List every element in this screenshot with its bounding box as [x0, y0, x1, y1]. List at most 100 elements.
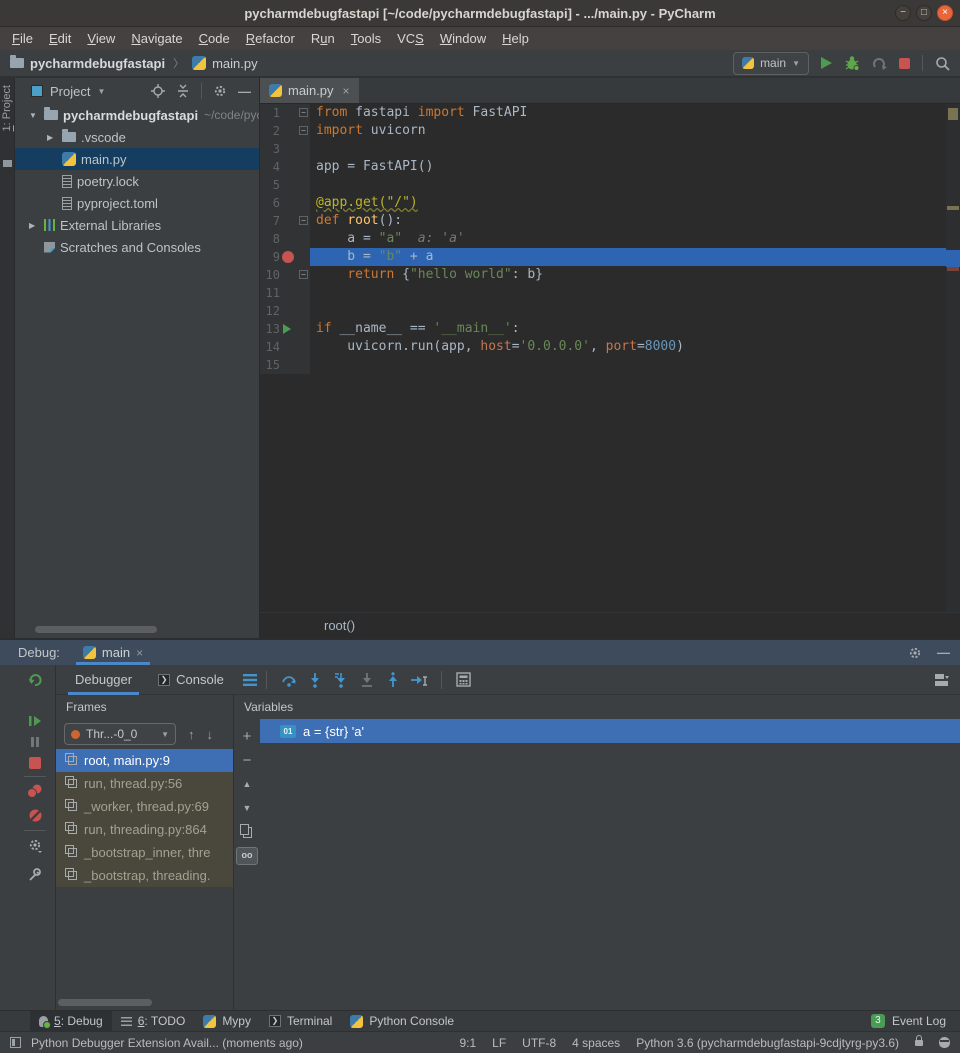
frame-item-run-threading-py-864[interactable]: run, threading.py:864	[56, 818, 233, 841]
code-line-8[interactable]: 8 a = "a" a: 'a'	[260, 230, 960, 248]
menu-item-edit[interactable]: Edit	[41, 31, 79, 46]
gear-icon[interactable]	[908, 646, 922, 660]
fold-column[interactable]: −	[297, 212, 310, 230]
add-watch-icon[interactable]: +	[243, 724, 252, 748]
code-text[interactable]: def root():	[310, 212, 960, 230]
debug-button[interactable]	[844, 55, 860, 71]
code-line-5[interactable]: 5	[260, 176, 960, 194]
status-line-separator[interactable]: LF	[492, 1036, 506, 1050]
menu-item-help[interactable]: Help	[494, 31, 537, 46]
next-frame-icon[interactable]: ↓	[207, 727, 214, 742]
code-text[interactable]: @app.get("/")	[310, 194, 960, 212]
run-button[interactable]	[821, 57, 832, 69]
code-line-4[interactable]: 4app = FastAPI()	[260, 158, 960, 176]
fold-icon[interactable]: −	[299, 216, 308, 225]
step-out-icon[interactable]	[380, 669, 406, 691]
show-watches-icon[interactable]: oo	[236, 844, 258, 868]
frame-item-run-thread-py-56[interactable]: run, thread.py:56	[56, 772, 233, 795]
fold-icon[interactable]: −	[299, 126, 308, 135]
code-text[interactable]: app = FastAPI()	[310, 158, 960, 176]
hide-panel-icon[interactable]: —	[238, 84, 251, 99]
code-line-15[interactable]: 15	[260, 356, 960, 374]
debug-session-tab[interactable]: main ×	[76, 640, 150, 665]
frame-item-root-main-py-9[interactable]: root, main.py:9	[56, 749, 233, 772]
gutter-marker-column[interactable]	[280, 104, 297, 122]
resume-icon[interactable]	[28, 714, 42, 728]
stop-button[interactable]	[899, 58, 910, 69]
minimize-window-icon[interactable]: −	[895, 5, 911, 21]
status-python-interpreter[interactable]: Python 3.6 (pycharmdebugfastapi-9cdjtyrg…	[636, 1036, 899, 1050]
execution-line-marker[interactable]	[946, 250, 960, 267]
fold-column[interactable]	[297, 158, 310, 176]
toolwindow-button-mypy[interactable]: Mypy	[194, 1011, 260, 1031]
tree-item-poetry-lock[interactable]: poetry.lock	[15, 170, 259, 192]
status-indent-style[interactable]: 4 spaces	[572, 1036, 620, 1050]
menu-item-tools[interactable]: Tools	[343, 31, 389, 46]
tree-item-scratches-and-consoles[interactable]: Scratches and Consoles	[15, 236, 259, 258]
menu-item-refactor[interactable]: Refactor	[238, 31, 303, 46]
gutter-marker-column[interactable]	[280, 230, 297, 248]
inspection-indicator[interactable]	[948, 108, 958, 120]
code-text[interactable]: if __name__ == '__main__':	[310, 320, 960, 338]
tab-console[interactable]: ❯ Console	[145, 665, 237, 695]
horizontal-scrollbar[interactable]	[58, 999, 152, 1006]
code-line-12[interactable]: 12	[260, 302, 960, 320]
fold-column[interactable]	[297, 176, 310, 194]
previous-frame-icon[interactable]: ↑	[188, 727, 195, 742]
breakpoint-icon[interactable]	[282, 251, 294, 263]
horizontal-scrollbar[interactable]	[35, 626, 157, 633]
force-step-into-icon[interactable]	[328, 669, 354, 691]
menu-item-navigate[interactable]: Navigate	[123, 31, 190, 46]
code-line-3[interactable]: 3	[260, 140, 960, 158]
editor-tab-mainpy[interactable]: main.py ×	[260, 78, 359, 103]
fold-column[interactable]: −	[297, 266, 310, 284]
gutter-marker-column[interactable]	[280, 158, 297, 176]
menu-item-file[interactable]: File	[4, 31, 41, 46]
breadcrumb-file[interactable]: main.py	[212, 56, 258, 71]
sidebar-item-project[interactable]: 1: Project	[1, 85, 13, 131]
lock-icon[interactable]	[915, 1040, 923, 1046]
gutter-marker-column[interactable]	[280, 266, 297, 284]
fold-column[interactable]	[297, 356, 310, 374]
breadcrumb-project[interactable]: pycharmdebugfastapi	[30, 56, 165, 71]
pause-icon[interactable]	[29, 736, 41, 748]
step-over-icon[interactable]	[276, 669, 302, 691]
threads-view-icon[interactable]	[243, 674, 257, 686]
status-message[interactable]: Python Debugger Extension Avail... (mome…	[31, 1036, 303, 1050]
fold-icon[interactable]: −	[299, 108, 308, 117]
tree-collapsed-arrow-icon[interactable]: ▶	[47, 133, 62, 142]
breakpoint-marker[interactable]	[947, 267, 959, 271]
fold-icon[interactable]: −	[299, 270, 308, 279]
view-breakpoints-icon[interactable]	[27, 784, 43, 798]
fold-column[interactable]: −	[297, 122, 310, 140]
fold-column[interactable]	[297, 194, 310, 212]
gutter-marker-column[interactable]	[280, 212, 297, 230]
coverage-button[interactable]	[872, 56, 887, 71]
menu-item-vcs[interactable]: VCS	[389, 31, 432, 46]
code-text[interactable]: from fastapi import FastAPI	[310, 104, 960, 122]
tree-item-vscode[interactable]: ▶.vscode	[15, 126, 259, 148]
code-text[interactable]: uvicorn.run(app, host='0.0.0.0', port=80…	[310, 338, 960, 356]
remove-watch-icon[interactable]: −	[243, 748, 252, 772]
warning-marker[interactable]	[947, 206, 959, 210]
layout-settings-icon[interactable]	[934, 673, 950, 687]
thread-dropdown[interactable]: Thr...-0_0 ▼	[64, 723, 176, 745]
collapse-all-icon[interactable]	[176, 84, 190, 98]
code-line-14[interactable]: 14 uvicorn.run(app, host='0.0.0.0', port…	[260, 338, 960, 356]
gutter-marker-column[interactable]	[280, 338, 297, 356]
code-text[interactable]	[310, 302, 960, 320]
run-line-icon[interactable]	[283, 324, 291, 334]
tree-item-pyproject-toml[interactable]: pyproject.toml	[15, 192, 259, 214]
gutter-marker-column[interactable]	[280, 248, 297, 266]
menu-item-view[interactable]: View	[79, 31, 123, 46]
toolwindow-button-6-todo[interactable]: 6: TODO	[112, 1011, 195, 1031]
pin-icon[interactable]	[28, 867, 43, 882]
debug-settings-gear-icon[interactable]	[28, 838, 43, 853]
tool-window-toggle-icon[interactable]	[10, 1037, 21, 1048]
code-line-7[interactable]: 7−def root():	[260, 212, 960, 230]
code-line-2[interactable]: 2−import uvicorn	[260, 122, 960, 140]
fold-column[interactable]	[297, 230, 310, 248]
step-into-icon[interactable]	[302, 669, 328, 691]
code-text[interactable]	[310, 284, 960, 302]
fold-column[interactable]	[297, 338, 310, 356]
